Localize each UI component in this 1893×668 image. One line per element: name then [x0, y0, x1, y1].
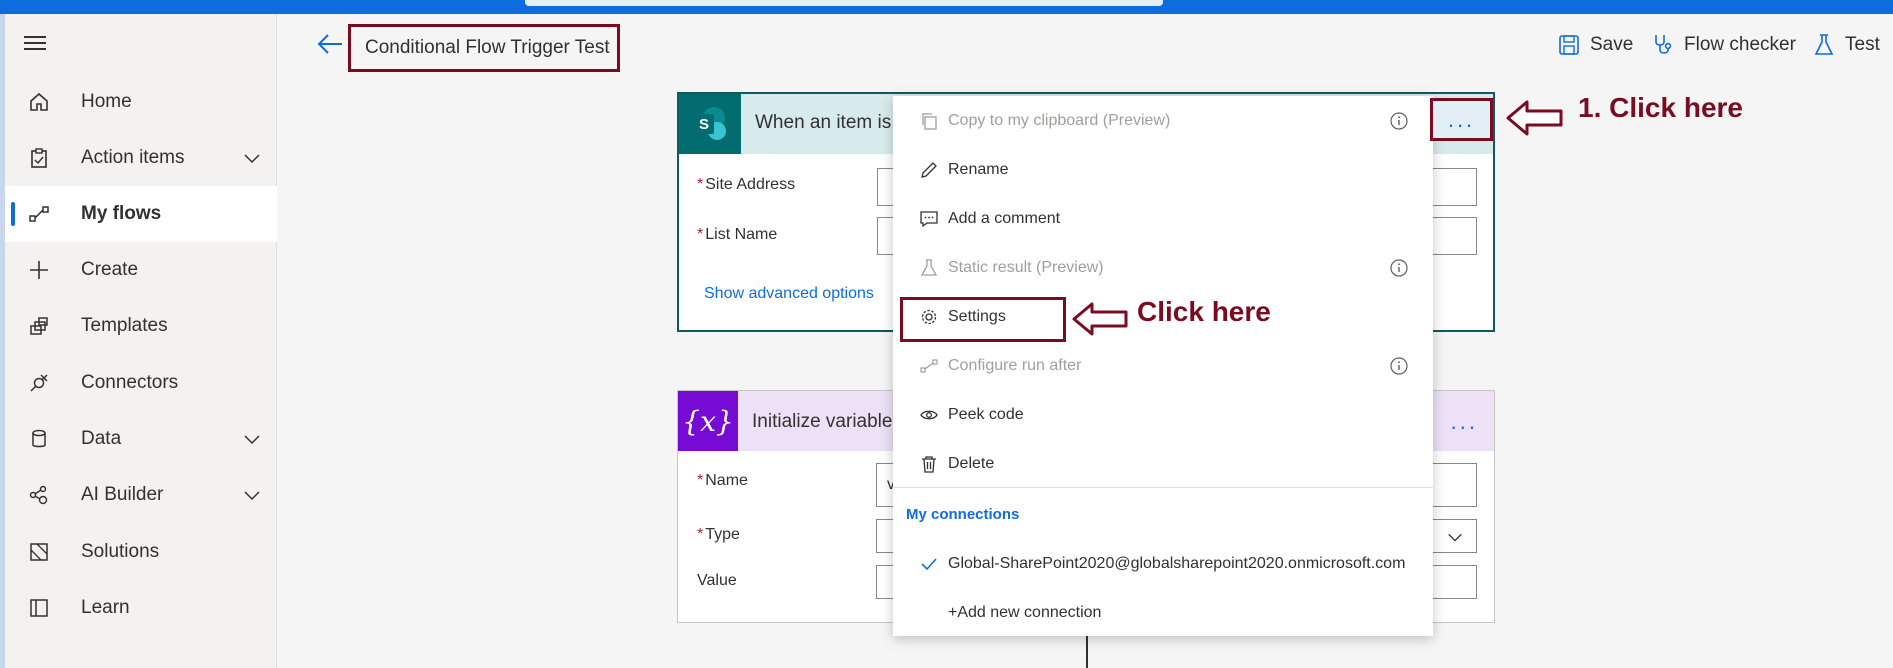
site-address-label: * Site Address: [697, 176, 796, 193]
ai-builder-icon: [27, 483, 51, 507]
database-icon: [27, 427, 51, 451]
chevron-down-icon[interactable]: [242, 485, 262, 505]
my-connections-heading: My connections: [906, 506, 1020, 523]
sidebar-item-label: Action items: [81, 147, 185, 168]
sidebar-item-my-flows[interactable]: My flows: [5, 186, 277, 242]
sidebar-item-label: Connectors: [81, 372, 179, 393]
page-title: Conditional Flow Trigger Test: [365, 37, 610, 58]
sidebar-item-label: Templates: [81, 315, 168, 336]
sidebar-item-create[interactable]: Create: [5, 242, 277, 298]
sidebar-item-action-items[interactable]: Action items: [5, 130, 277, 186]
test-button[interactable]: Test: [1813, 32, 1880, 58]
sidebar-item-learn[interactable]: Learn: [5, 580, 277, 636]
flow-connector-line: [1086, 636, 1088, 668]
plus-icon: [27, 258, 51, 282]
type-label: * Type: [697, 526, 740, 543]
test-label: Test: [1845, 34, 1880, 55]
info-icon[interactable]: [1389, 356, 1409, 376]
svg-text:S: S: [699, 116, 709, 133]
flow-checker-label: Flow checker: [1684, 34, 1796, 55]
flask-icon: [919, 258, 939, 278]
flow-icon: [919, 356, 939, 376]
action-context-menu: Copy to my clipboard (Preview) Rename Ad…: [893, 96, 1433, 636]
save-icon: [1559, 35, 1579, 55]
annotation-step2-text: Click here: [1137, 296, 1271, 327]
back-arrow-icon[interactable]: [316, 32, 344, 56]
templates-icon: [27, 314, 51, 338]
sidebar-item-label: Create: [81, 259, 139, 280]
menu-configure-run-after[interactable]: Configure run after: [893, 341, 1433, 390]
solutions-icon: [27, 540, 51, 564]
pencil-icon: [919, 160, 939, 180]
value-label: Value: [697, 572, 737, 589]
info-icon[interactable]: [1389, 111, 1409, 131]
menu-add-comment[interactable]: Add a comment: [893, 194, 1433, 243]
variable-card-more-button[interactable]: ...: [1451, 409, 1478, 435]
settings-highlight-box: [900, 297, 1066, 342]
menu-rename[interactable]: Rename: [893, 145, 1433, 194]
annotation-arrow-left-icon: [1072, 302, 1128, 336]
sidebar-item-connectors[interactable]: Connectors: [5, 355, 277, 411]
name-label: * Name: [697, 472, 748, 489]
menu-static-result[interactable]: Static result (Preview): [893, 243, 1433, 292]
sidebar-item-label: My flows: [81, 203, 162, 224]
eye-icon: [919, 405, 939, 425]
clipboard-icon: [27, 146, 51, 170]
sidebar-item-label: Data: [81, 428, 122, 449]
sidebar-item-ai-builder[interactable]: AI Builder: [5, 467, 277, 523]
chevron-down-icon[interactable]: [242, 429, 262, 449]
menu-copy-to-clipboard[interactable]: Copy to my clipboard (Preview): [893, 96, 1433, 145]
annotation-step1-text: 1. Click here: [1578, 92, 1743, 123]
menu-connection-item[interactable]: Global-SharePoint2020@globalsharepoint20…: [893, 539, 1433, 588]
variable-icon: {𝑥}: [678, 391, 738, 451]
menu-add-new-connection[interactable]: +Add new connection: [893, 588, 1433, 637]
browser-search-bar[interactable]: [525, 0, 1163, 6]
variable-card-title: Initialize variable: [752, 411, 893, 432]
menu-peek-code[interactable]: Peek code: [893, 390, 1433, 439]
sidebar-item-data[interactable]: Data: [5, 411, 277, 467]
flask-icon: [1814, 34, 1834, 55]
sidebar-item-templates[interactable]: Templates: [5, 298, 277, 354]
sidebar-item-solutions[interactable]: Solutions: [5, 524, 277, 580]
menu-delete[interactable]: Delete: [893, 439, 1433, 488]
checkmark-icon: [919, 554, 939, 574]
trigger-card-title: When an item is: [755, 112, 892, 133]
book-icon: [27, 596, 51, 620]
save-label: Save: [1590, 34, 1634, 55]
chevron-down-icon: [1448, 533, 1462, 542]
stethoscope-icon: [1655, 35, 1672, 54]
sharepoint-icon: S: [679, 94, 741, 154]
browser-top-bar: [0, 0, 1893, 14]
copy-icon: [919, 111, 939, 131]
flow-checker-button[interactable]: Flow checker: [1652, 32, 1796, 58]
sidebar-item-label: Learn: [81, 597, 130, 618]
save-button[interactable]: Save: [1558, 32, 1633, 58]
hamburger-menu-icon[interactable]: [24, 36, 46, 50]
sidebar-item-label: Solutions: [81, 541, 160, 562]
sidebar-item-label: Home: [81, 91, 132, 112]
home-icon: [27, 90, 51, 114]
flow-icon: [27, 202, 51, 226]
list-name-label: * List Name: [697, 226, 778, 243]
annotation-arrow-left-icon: [1506, 100, 1563, 136]
show-advanced-options-link[interactable]: Show advanced options: [704, 285, 874, 303]
flow-title-highlight: Conditional Flow Trigger Test: [348, 24, 620, 72]
chevron-down-icon[interactable]: [242, 148, 262, 168]
sidebar-item-label: AI Builder: [81, 484, 164, 505]
sidebar-item-home[interactable]: Home: [5, 74, 277, 130]
menu-divider: [893, 487, 1433, 488]
plug-icon: [27, 371, 51, 395]
info-icon[interactable]: [1389, 258, 1409, 278]
trigger-more-options-button[interactable]: ...: [1430, 98, 1493, 141]
comment-icon: [919, 209, 939, 229]
trash-icon: [919, 454, 939, 474]
